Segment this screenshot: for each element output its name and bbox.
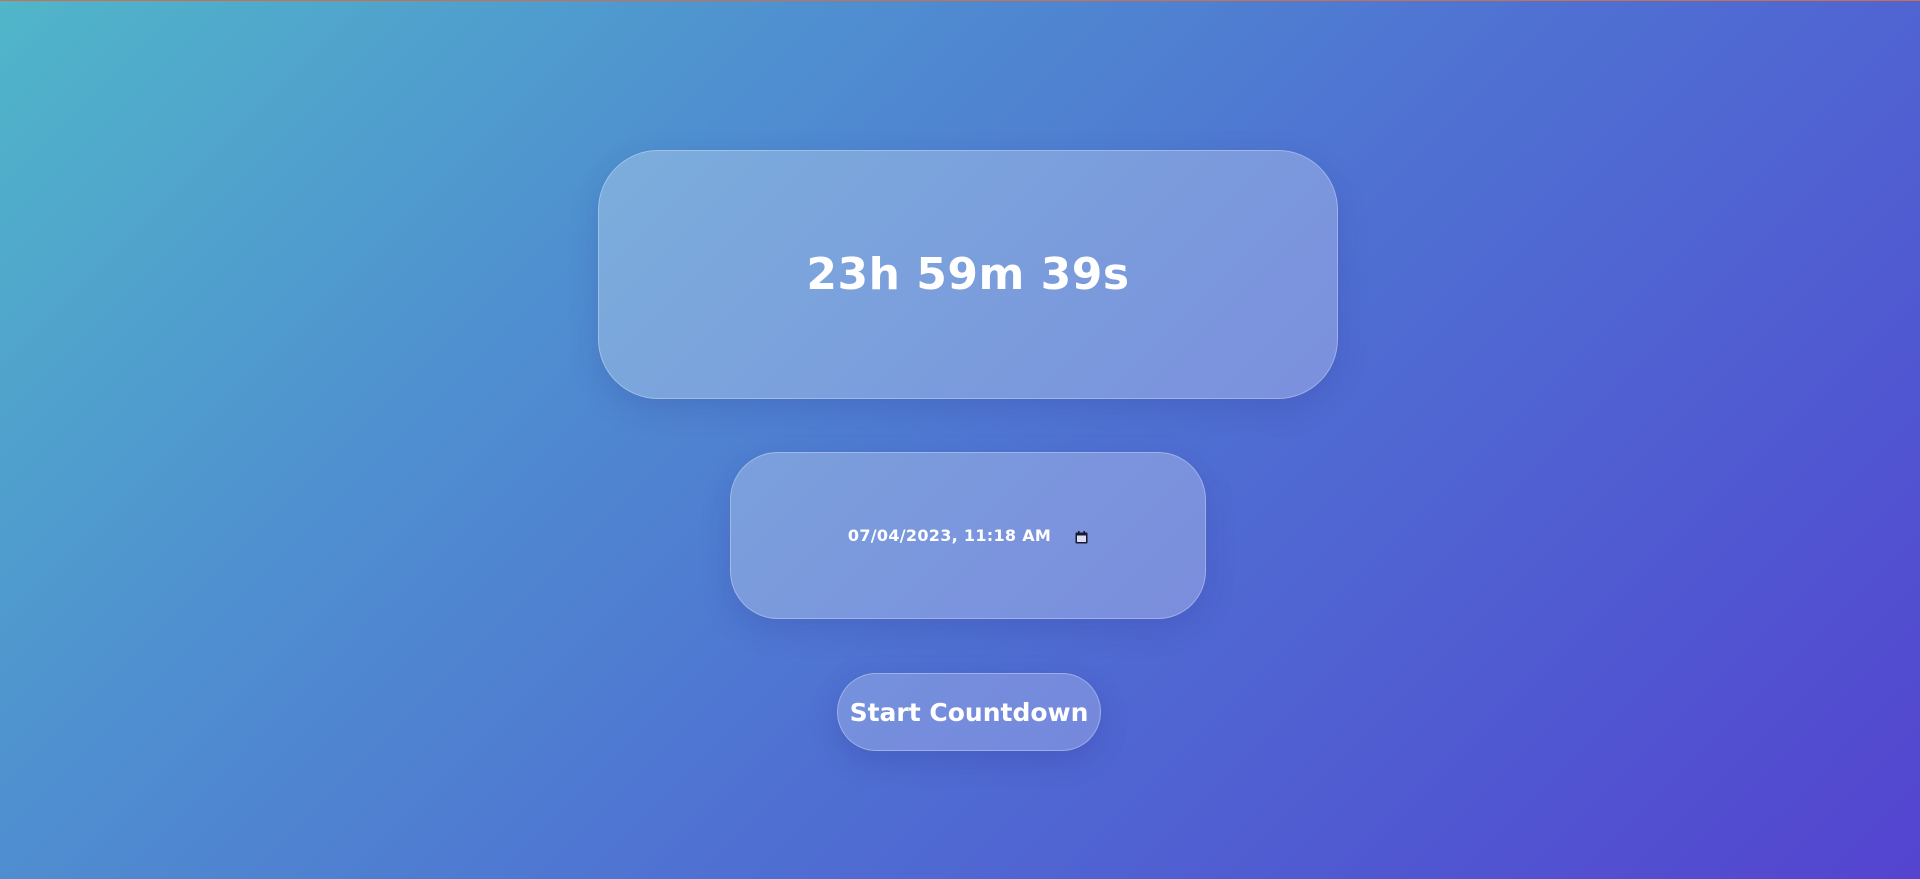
target-datetime-value[interactable]: 07/04/2023, 11:18 AM <box>848 526 1051 545</box>
countdown-time-text: 23h 59m 39s <box>806 249 1130 300</box>
top-border <box>0 0 1920 1</box>
start-countdown-button[interactable]: Start Countdown <box>837 673 1101 751</box>
countdown-display-card: 23h 59m 39s <box>598 150 1338 399</box>
calendar-icon[interactable] <box>1075 529 1088 544</box>
target-datetime-input[interactable]: 07/04/2023, 11:18 AM <box>842 522 1094 549</box>
datetime-picker-card: 07/04/2023, 11:18 AM <box>730 452 1206 619</box>
